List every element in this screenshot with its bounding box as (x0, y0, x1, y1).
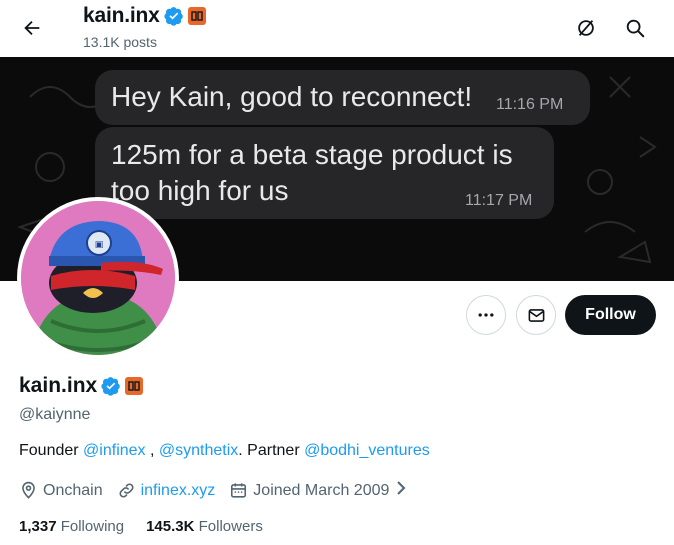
message-2-line-1: 125m for a beta stage product is (111, 139, 513, 170)
profile-handle: @kaiynne (19, 406, 91, 423)
avatar-image: ▣ (21, 201, 175, 355)
location-item: Onchain (19, 481, 103, 500)
bio-link-infinex[interactable]: @infinex (83, 442, 146, 459)
verified-badge-icon (164, 6, 184, 26)
profile-meta: Onchain infinex.xyz Joined March 2009 (19, 480, 422, 501)
followers-count: 145.3K (146, 518, 195, 535)
mail-icon (528, 308, 544, 322)
website-item: infinex.xyz (117, 481, 216, 500)
location-text: Onchain (43, 481, 103, 499)
search-button[interactable] (617, 10, 653, 46)
svg-text:▣: ▣ (95, 240, 104, 250)
website-link[interactable]: infinex.xyz (141, 482, 216, 500)
link-icon (117, 481, 136, 500)
circle-slash-icon (578, 20, 594, 36)
message-2-line-2: too high for us (111, 175, 289, 206)
message-1-text: Hey Kain, good to reconnect! (111, 81, 473, 112)
org-badge-icon (187, 7, 206, 25)
header-title: kain.inx (83, 4, 206, 28)
more-options-button[interactable] (466, 295, 506, 335)
org-badge-icon[interactable] (125, 377, 144, 395)
bio-link-bodhi-ventures[interactable]: @bodhi_ventures (304, 442, 430, 459)
follow-stats: 1,337 Following 145.3K Followers (19, 518, 285, 535)
message-1-time: 11:16 PM (496, 96, 564, 113)
calendar-icon (229, 481, 248, 500)
more-dots-icon (478, 313, 494, 317)
message-2-time: 11:17 PM (465, 192, 533, 209)
location-pin-icon (19, 481, 38, 500)
followers-link[interactable]: 145.3K Followers (146, 518, 263, 535)
message-bubble-2: 125m for a beta stage product is too hig… (95, 127, 554, 219)
chevron-right-icon (394, 480, 408, 501)
following-label: Following (60, 518, 125, 535)
header-name: kain.inx (83, 4, 160, 27)
joined-item[interactable]: Joined March 2009 (229, 480, 408, 501)
bio-text: . Partner (238, 442, 305, 459)
avatar[interactable]: ▣ (17, 197, 179, 359)
back-button[interactable] (14, 10, 50, 46)
top-bar: kain.inx 13.1K posts (0, 0, 674, 56)
verified-badge-icon[interactable] (101, 376, 121, 396)
message-button[interactable] (516, 295, 556, 335)
posts-count: 13.1K posts (83, 34, 157, 50)
profile-name: kain.inx (19, 374, 98, 397)
circle-slash-button[interactable] (568, 10, 604, 46)
bio-text: Founder (19, 442, 84, 459)
profile-bio: Founder @infinex , @synthetix. Partner @… (19, 442, 430, 460)
joined-text: Joined March 2009 (253, 481, 390, 499)
followers-label: Followers (198, 518, 263, 535)
message-bubble-1: Hey Kain, good to reconnect! 11:16 PM (95, 70, 590, 125)
profile-name-row: kain.inx (19, 374, 144, 398)
follow-button[interactable]: Follow (565, 295, 656, 335)
penguin-avatar-icon: ▣ (21, 201, 175, 355)
following-link[interactable]: 1,337 Following (19, 518, 124, 535)
bio-link-synthetix[interactable]: @synthetix (159, 442, 238, 459)
bio-text: , (145, 442, 159, 459)
following-count: 1,337 (19, 518, 57, 535)
arrow-left-icon (24, 20, 40, 36)
search-icon (626, 19, 645, 38)
